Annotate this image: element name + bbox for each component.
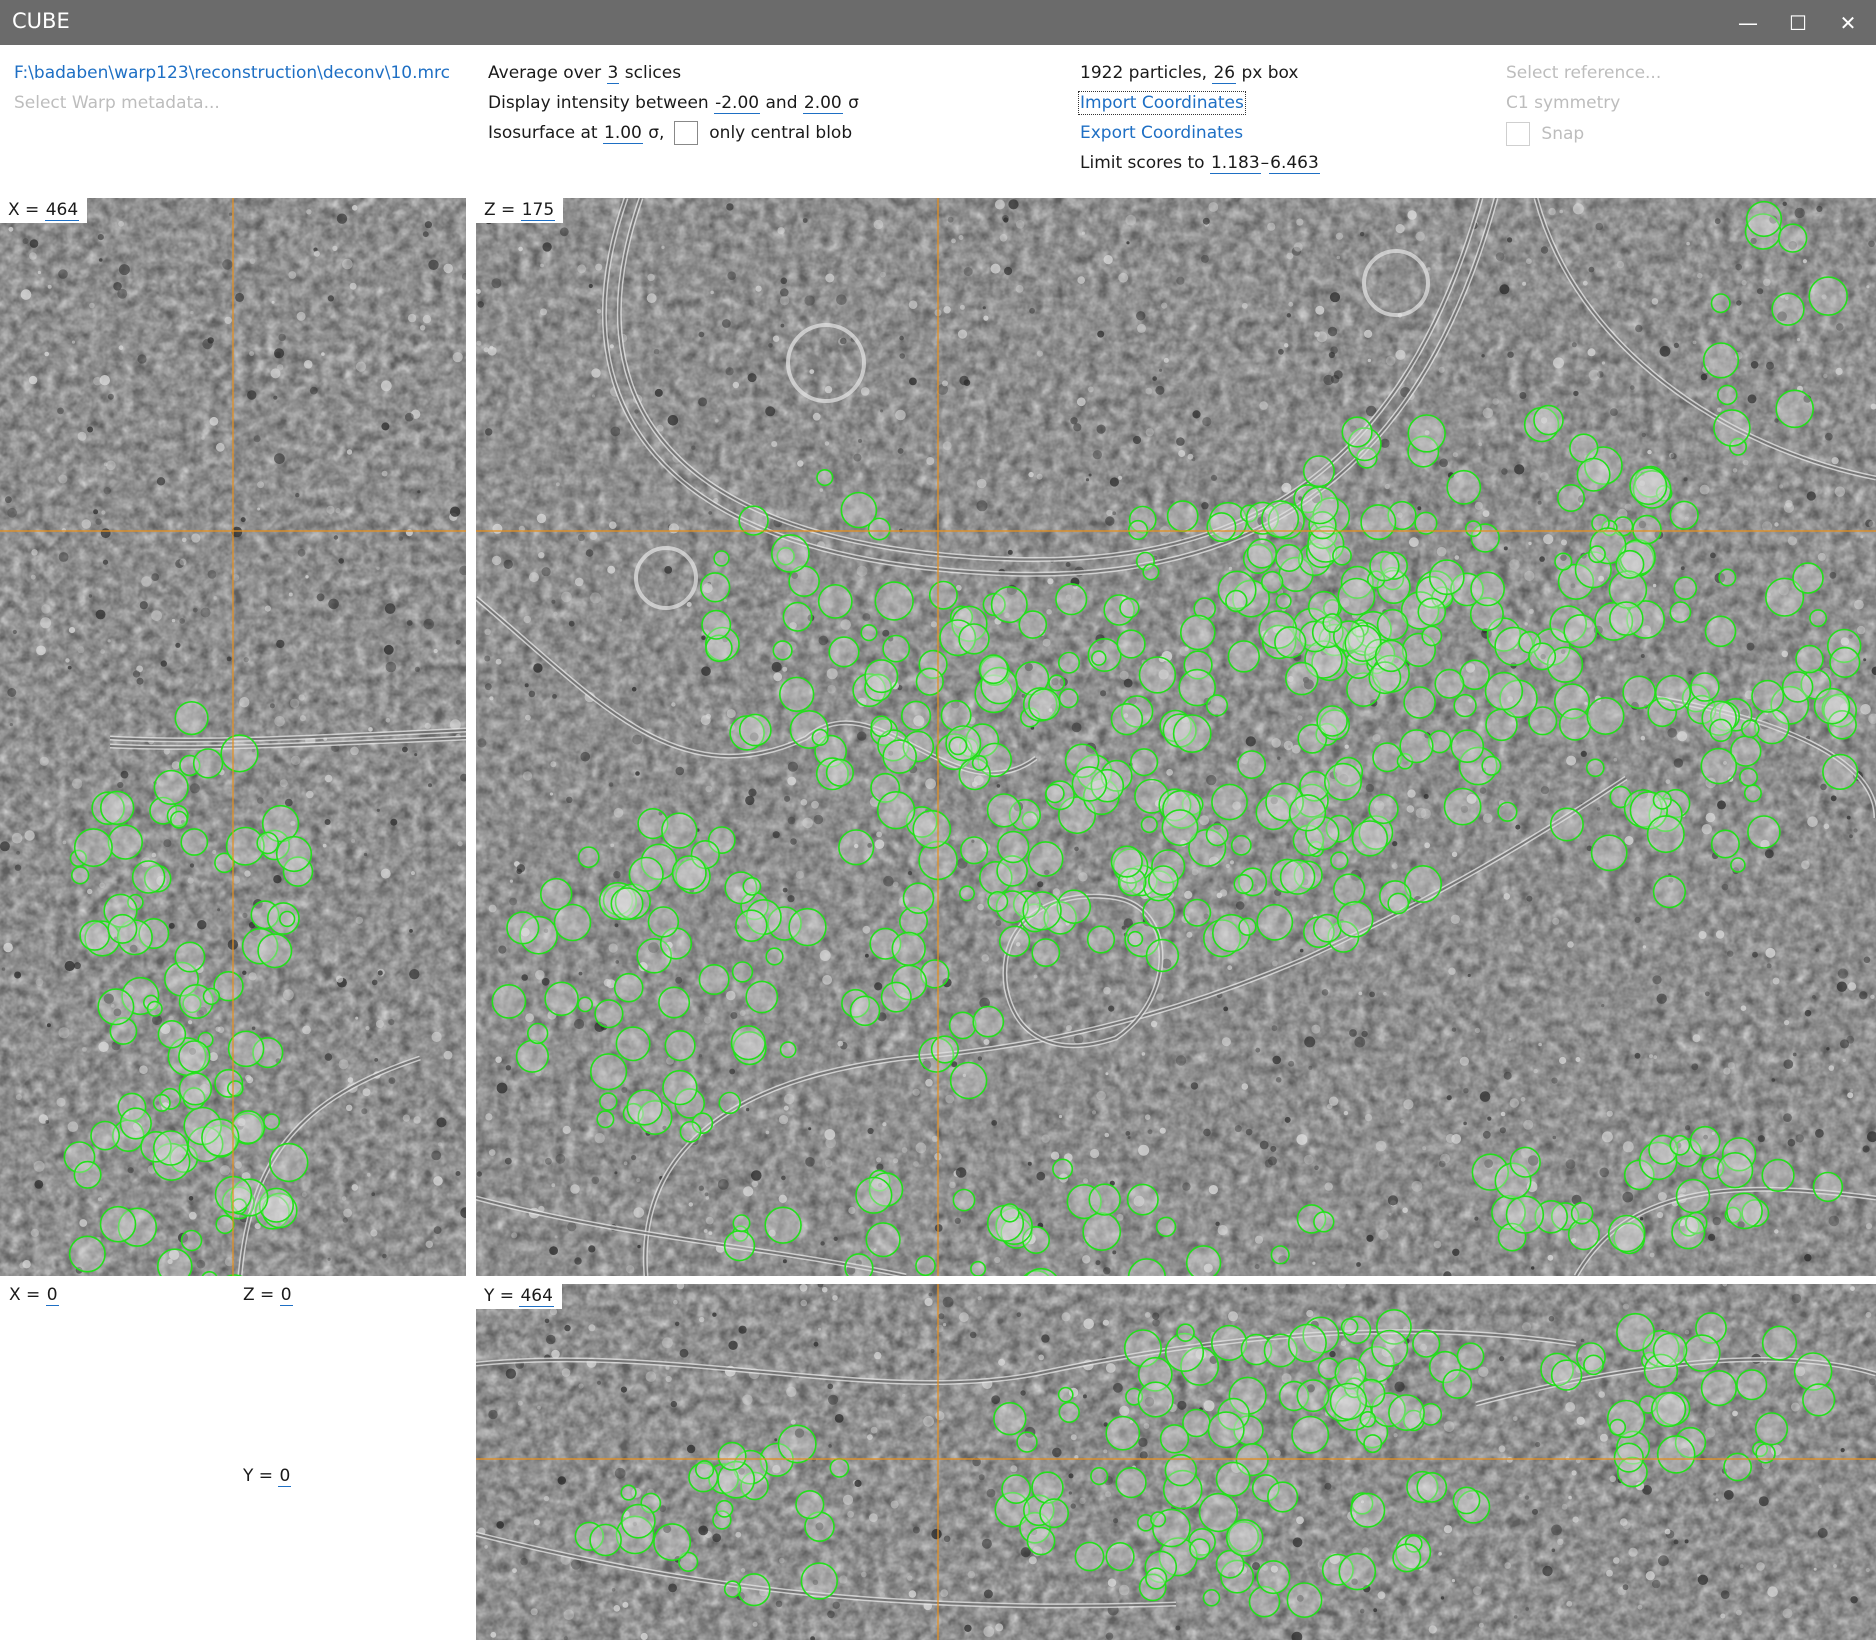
intensity-prefix-label: Display intensity between (488, 93, 709, 113)
score-limit-row: Limit scores to 1.183–6.463 (1080, 152, 1320, 174)
particle-count-label: 1922 particles, (1080, 63, 1208, 83)
average-prefix-label: Average over (488, 63, 602, 83)
maximize-icon: ☐ (1789, 10, 1807, 35)
readout-z: Z = 0 (243, 1285, 293, 1306)
readout-y-axis: Y = (243, 1466, 274, 1486)
readout-y: Y = 0 (243, 1466, 292, 1487)
central-blob-label: only central blob (709, 123, 853, 143)
score-min-value[interactable]: 1.183 (1209, 153, 1261, 174)
select-reference-link[interactable]: Select reference... (1506, 63, 1661, 83)
snap-label: Snap (1541, 124, 1585, 144)
intensity-row: Display intensity between -2.00 and 2.00… (488, 92, 859, 114)
maximize-button[interactable]: ☐ (1778, 0, 1818, 45)
z-slice-label: Z = 175 (476, 198, 564, 223)
minimize-button[interactable]: — (1728, 0, 1768, 45)
readout-z-value[interactable]: 0 (279, 1285, 293, 1306)
isosurface-value[interactable]: 1.00 (603, 123, 643, 144)
z-slice-view[interactable]: Z = 175 (476, 198, 1876, 1276)
y-slice-label: Y = 464 (476, 1284, 562, 1309)
average-slices-value[interactable]: 3 (606, 63, 620, 84)
close-icon: ✕ (1839, 10, 1857, 35)
average-slices-row: Average over 3 sclices (488, 62, 681, 84)
box-suffix-label: px box (1241, 63, 1299, 83)
box-size-value[interactable]: 26 (1212, 63, 1237, 84)
central-blob-checkbox[interactable] (673, 121, 698, 145)
x-slice-value[interactable]: 464 (44, 200, 80, 221)
export-coordinates-link[interactable]: Export Coordinates (1080, 123, 1243, 143)
readout-z-axis: Z = (243, 1285, 275, 1305)
intensity-max-value[interactable]: 2.00 (802, 93, 843, 114)
readout-x: X = 0 (9, 1285, 59, 1306)
x-slice-label: X = 464 (0, 198, 88, 223)
import-coordinates-link[interactable]: Import Coordinates (1078, 91, 1246, 115)
minimize-icon: — (1738, 10, 1758, 35)
snap-checkbox[interactable] (1506, 122, 1530, 146)
particle-count-row: 1922 particles, 26 px box (1080, 62, 1299, 84)
x-axis-label: X = (8, 200, 40, 220)
y-axis-label: Y = (484, 1286, 515, 1306)
snap-row: Snap (1506, 122, 1584, 146)
intensity-unit-label: σ (848, 93, 859, 113)
isosurface-unit-label: σ, (648, 123, 665, 143)
z-axis-label: Z = (484, 200, 516, 220)
readout-x-axis: X = (9, 1285, 41, 1305)
x-slice-canvas[interactable] (0, 198, 466, 1276)
readout-y-value[interactable]: 0 (278, 1466, 292, 1487)
window-title: CUBE (12, 9, 70, 33)
x-slice-view[interactable]: X = 464 (0, 198, 466, 1276)
intensity-and-label: and (765, 93, 798, 113)
score-dash-label: – (1260, 153, 1270, 173)
volume-path-link[interactable]: F:\badaben\warp123\reconstruction\deconv… (14, 63, 450, 83)
y-slice-canvas[interactable] (476, 1284, 1876, 1640)
select-warp-metadata-link[interactable]: Select Warp metadata... (14, 93, 220, 113)
isosurface-row: Isosurface at 1.00 σ, only central blob (488, 121, 852, 145)
y-slice-value[interactable]: 464 (519, 1286, 554, 1307)
z-slice-canvas[interactable] (476, 198, 1876, 1276)
score-limit-prefix-label: Limit scores to (1080, 153, 1205, 173)
intensity-min-value[interactable]: -2.00 (714, 93, 761, 114)
symmetry-label[interactable]: C1 symmetry (1506, 93, 1620, 113)
z-slice-value[interactable]: 175 (520, 200, 556, 221)
readout-x-value[interactable]: 0 (45, 1285, 59, 1306)
title-bar: CUBE — ☐ ✕ (0, 0, 1876, 45)
score-max-value[interactable]: 6.463 (1269, 153, 1320, 174)
close-button[interactable]: ✕ (1828, 0, 1868, 45)
isosurface-prefix-label: Isosurface at (488, 123, 598, 143)
average-suffix-label: sclices (624, 63, 682, 83)
toolbar: F:\badaben\warp123\reconstruction\deconv… (0, 45, 1876, 200)
y-slice-view[interactable]: Y = 464 (476, 1284, 1876, 1640)
